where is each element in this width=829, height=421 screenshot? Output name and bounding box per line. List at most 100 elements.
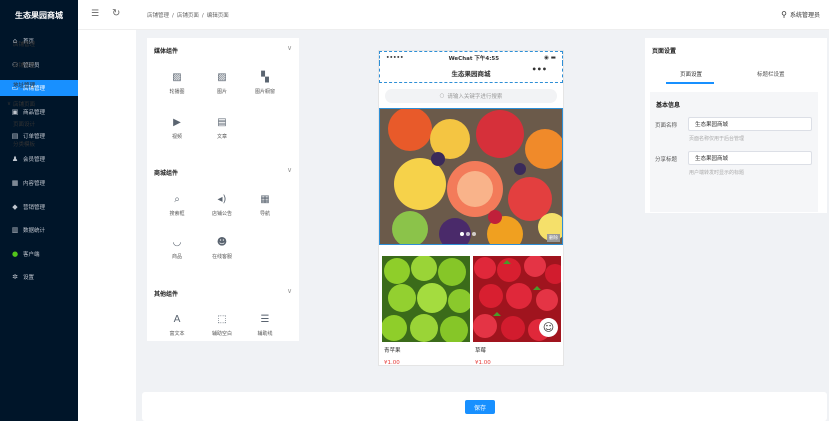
widget-notice[interactable]: ◂) 店铺公告 [207, 194, 237, 218]
status-time: WeChat 下午4:55 [449, 54, 500, 62]
widget-image[interactable]: ▨ 图片 [207, 72, 237, 96]
divider-line-icon: ☰ [260, 313, 270, 325]
video-icon: ▶ [173, 116, 181, 128]
menu-item-marketing[interactable]: ◆ 营销管理 [0, 199, 78, 215]
nav-grid-icon: ▦ [260, 193, 270, 205]
share-title-input[interactable]: 生态果园商城 [688, 151, 812, 165]
customer-service-icon: ☻ [216, 236, 228, 248]
share-title-hint: 用户端转发时显示的标题 [689, 170, 745, 176]
blank-icon: ⬚ [217, 313, 227, 325]
phone-preview: ••••• WeChat 下午4:55 ◉ ▬ 生态果园商城 ••• ○ 请输入关… [378, 50, 564, 366]
collapse-menu-icon[interactable]: ☰ [91, 9, 99, 19]
widget-label: 图片橱窗 [254, 89, 275, 95]
widget-search[interactable]: ⌕ 搜索框 [162, 194, 192, 218]
submenu-item-shop-manage[interactable]: 店铺管理 [0, 35, 58, 53]
menu-label: 客户端 [23, 252, 40, 258]
submenu-label: 页面设计 [13, 122, 36, 128]
save-button[interactable]: 保存 [465, 400, 495, 414]
submenu-label: 店铺页面 [13, 102, 36, 108]
menu-label: 营销管理 [23, 205, 46, 211]
product-price: ¥1.00 [475, 360, 491, 366]
menu-item-content[interactable]: ▦ 内容管理 [0, 175, 78, 191]
banner-carousel[interactable]: 删除 [379, 108, 563, 245]
submenu-item-shop-pages[interactable]: ∨ 店铺页面 [0, 95, 58, 113]
chevron-down-icon[interactable]: ∨ [287, 287, 292, 295]
menu-item-stats[interactable]: ▥ 数据统计 [0, 222, 78, 238]
widget-label: 辅助线 [257, 331, 273, 337]
settings-title: 页面设置 [652, 48, 677, 55]
breadcrumb: 店铺管理 / 店铺页面 / 编辑页面 [147, 11, 232, 19]
widget-label: 辅助空白 [211, 331, 232, 337]
widget-line[interactable]: ☰ 辅助线 [250, 313, 280, 338]
menu-item-settings[interactable]: ✲ 设置 [0, 269, 78, 285]
refresh-icon[interactable]: ↻ [112, 8, 120, 19]
carousel-dots[interactable] [460, 232, 476, 236]
page-name-hint: 页面名称仅用于后台管理 [689, 136, 745, 142]
widget-label: 商品 [171, 254, 182, 260]
share-title-label: 分享标题 [655, 157, 678, 163]
widget-label: 搜索框 [169, 211, 185, 217]
search-placeholder: 请输入关键字进行搜索 [447, 94, 503, 100]
tab-page-settings[interactable]: 页面设置 [680, 70, 702, 78]
phone-title: 生态果园商城 [451, 69, 491, 78]
user-menu[interactable]: ⚲ 系统管理员 [781, 10, 820, 19]
user-name: 系统管理员 [789, 12, 820, 19]
product-card[interactable]: ☺ 草莓 ¥1.00 [473, 255, 563, 366]
widget-label: 店铺公告 [211, 211, 232, 217]
submenu-item-page-design[interactable]: 页面设计 [0, 115, 58, 133]
chevron-down-icon[interactable]: ∨ [287, 44, 292, 52]
client-icon: ● [11, 250, 19, 258]
richtext-icon: A [173, 313, 181, 325]
user-icon: ⚲ [781, 10, 787, 19]
widget-carousel[interactable]: ▨ 轮播图 [162, 72, 192, 96]
menu-item-members[interactable]: ♟ 会员管理 [0, 151, 78, 167]
goods-icon: ◡ [172, 236, 182, 248]
widget-nav[interactable]: ▦ 导航 [250, 193, 280, 218]
widget-richtext[interactable]: A 富文本 [162, 313, 192, 338]
delete-button[interactable]: 删除 [547, 234, 560, 242]
widget-image-window[interactable]: ▚ 图片橱窗 [250, 71, 280, 96]
signal-icon: ••••• [386, 54, 404, 61]
breadcrumb-current: 编辑页面 [206, 13, 229, 19]
submenu-label: 店铺管理 [13, 42, 36, 48]
chevron-down-icon[interactable]: ∨ [287, 166, 292, 174]
sub-sidebar [78, 30, 136, 421]
widget-label: 图片 [216, 89, 227, 95]
more-icon[interactable]: ••• [532, 65, 547, 74]
battery-icon: ◉ ▬ [544, 54, 556, 61]
submenu-item-category-template[interactable]: 分类模板 [0, 135, 58, 153]
breadcrumb-item[interactable]: 店铺管理 [147, 13, 169, 19]
basic-info-title: 基本信息 [656, 102, 681, 109]
widget-article[interactable]: ▤ 文章 [207, 116, 237, 141]
member-icon: ♟ [11, 155, 19, 163]
submenu-label: 店铺设置 [13, 63, 36, 69]
settings-icon: ✲ [12, 273, 18, 281]
image-window-icon: ▚ [261, 71, 269, 83]
menu-label: 数据统计 [23, 228, 46, 234]
phone-status-bar[interactable]: ••••• WeChat 下午4:55 ◉ ▬ [379, 51, 563, 63]
widget-service[interactable]: ☻ 在线客服 [207, 236, 237, 261]
media-widgets-title: 媒体组件 [154, 48, 179, 55]
phone-search-box[interactable]: ○ 请输入关键字进行搜索 [385, 89, 557, 103]
breadcrumb-item[interactable]: 店铺页面 [177, 13, 199, 19]
breadcrumb-separator: / [172, 13, 174, 19]
chevron-down-icon: ∨ [7, 101, 12, 107]
widget-blank[interactable]: ⬚ 辅助空白 [207, 313, 237, 338]
widget-label: 导航 [259, 211, 270, 217]
tab-titlebar-settings[interactable]: 标题栏设置 [757, 70, 785, 78]
article-icon: ▤ [217, 116, 227, 128]
mall-widgets-title: 商城组件 [154, 170, 179, 177]
submenu-item-address[interactable]: 地址管理 [0, 76, 58, 94]
widget-goods[interactable]: ◡ 商品 [162, 236, 192, 261]
product-name: 草莓 [475, 348, 487, 354]
product-card[interactable]: 青苹果 ¥1.00 [381, 255, 472, 365]
search-icon: ○ [439, 93, 445, 99]
page-name-input[interactable]: 生态果园商城 [688, 117, 812, 131]
menu-item-client[interactable]: ● 客户端 [0, 246, 78, 262]
customer-service-float-icon[interactable]: ☺ [539, 318, 558, 337]
content-icon: ▦ [11, 179, 19, 187]
submenu-item-shop-settings[interactable]: 店铺设置 [0, 56, 58, 74]
widget-video[interactable]: ▶ 视频 [162, 116, 192, 141]
widget-label: 富文本 [169, 331, 185, 337]
green-apple-image [381, 255, 472, 344]
